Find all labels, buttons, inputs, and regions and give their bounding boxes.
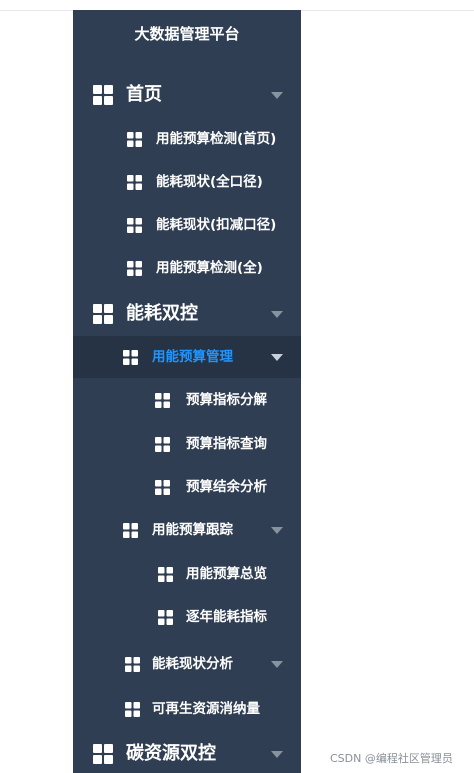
chevron-down-icon[interactable] xyxy=(271,751,283,758)
sidebar-item-label: 用能预算管理 xyxy=(152,349,233,365)
grid-icon xyxy=(93,744,113,764)
sidebar-item-13[interactable]: 能耗现状分析 xyxy=(73,643,301,685)
grid-icon xyxy=(158,566,173,582)
grid-icon xyxy=(158,609,173,625)
sidebar-item-1[interactable]: 用能预算检测(首页) xyxy=(73,118,301,160)
sidebar-item-label: 用能预算检测(首页) xyxy=(156,131,277,147)
sidebar-item-label: 用能预算总览 xyxy=(186,566,267,582)
grid-icon xyxy=(155,392,170,408)
grid-icon xyxy=(127,174,142,190)
sidebar-item-label: 能耗现状(全口径) xyxy=(156,174,263,190)
sidebar-item-9[interactable]: 预算结余分析 xyxy=(73,466,301,508)
sidebar-item-label: 预算指标查询 xyxy=(186,436,267,452)
grid-icon xyxy=(123,349,138,365)
sidebar-item-10[interactable]: 用能预算跟踪 xyxy=(73,509,301,551)
sidebar-item-label: 用能预算检测(全) xyxy=(156,260,263,276)
sidebar-item-14[interactable]: 可再生资源消纳量 xyxy=(73,688,301,730)
sidebar-item-12[interactable]: 逐年能耗指标 xyxy=(73,596,301,638)
grid-icon xyxy=(125,656,140,672)
grid-icon xyxy=(127,131,142,147)
grid-icon xyxy=(127,260,142,276)
sidebar-item-11[interactable]: 用能预算总览 xyxy=(73,553,301,595)
grid-icon xyxy=(155,436,170,452)
sidebar-item-0[interactable]: 首页 xyxy=(73,74,301,116)
sidebar-item-label: 能耗双控 xyxy=(126,303,198,324)
chevron-down-icon[interactable] xyxy=(271,661,283,668)
sidebar-item-4[interactable]: 用能预算检测(全) xyxy=(73,247,301,289)
chevron-down-icon[interactable] xyxy=(271,354,283,361)
sidebar-item-8[interactable]: 预算指标查询 xyxy=(73,423,301,465)
grid-icon xyxy=(93,304,113,324)
sidebar-item-label: 首页 xyxy=(126,84,162,105)
chevron-down-icon[interactable] xyxy=(271,311,283,318)
sidebar-item-label: 可再生资源消纳量 xyxy=(152,701,260,717)
sidebar-item-label: 能耗现状(扣减口径) xyxy=(156,217,277,233)
watermark: CSDN @编程社区管理员 xyxy=(330,752,453,765)
sidebar-item-3[interactable]: 能耗现状(扣减口径) xyxy=(73,204,301,246)
sidebar-item-label: 用能预算跟踪 xyxy=(152,522,233,538)
sidebar-item-6[interactable]: 用能预算管理 xyxy=(73,336,301,378)
app-title: 大数据管理平台 xyxy=(134,25,240,43)
sidebar-menu: 大数据管理平台 首页用能预算检测(首页) 能耗现状(全口径) 能耗现状(扣减口径) 用… xyxy=(73,10,301,773)
grid-icon xyxy=(155,479,170,495)
sidebar-item-label: 逐年能耗指标 xyxy=(186,609,267,625)
sidebar-item-label: 能耗现状分析 xyxy=(152,656,233,672)
grid-icon xyxy=(93,85,113,105)
sidebar-item-label: 预算指标分解 xyxy=(186,392,267,408)
sidebar-item-label: 碳资源双控 xyxy=(126,743,216,764)
sidebar-item-2[interactable]: 能耗现状(全口径) xyxy=(73,161,301,203)
chevron-down-icon[interactable] xyxy=(271,92,283,99)
chevron-down-icon[interactable] xyxy=(271,527,283,534)
sidebar-item-7[interactable]: 预算指标分解 xyxy=(73,379,301,421)
sidebar-item-15[interactable]: 碳资源双控 xyxy=(73,733,301,773)
sidebar-item-5[interactable]: 能耗双控 xyxy=(73,293,301,335)
sidebar-item-label: 预算结余分析 xyxy=(186,479,267,495)
grid-icon xyxy=(123,522,138,538)
grid-icon xyxy=(125,701,140,717)
grid-icon xyxy=(127,217,142,233)
